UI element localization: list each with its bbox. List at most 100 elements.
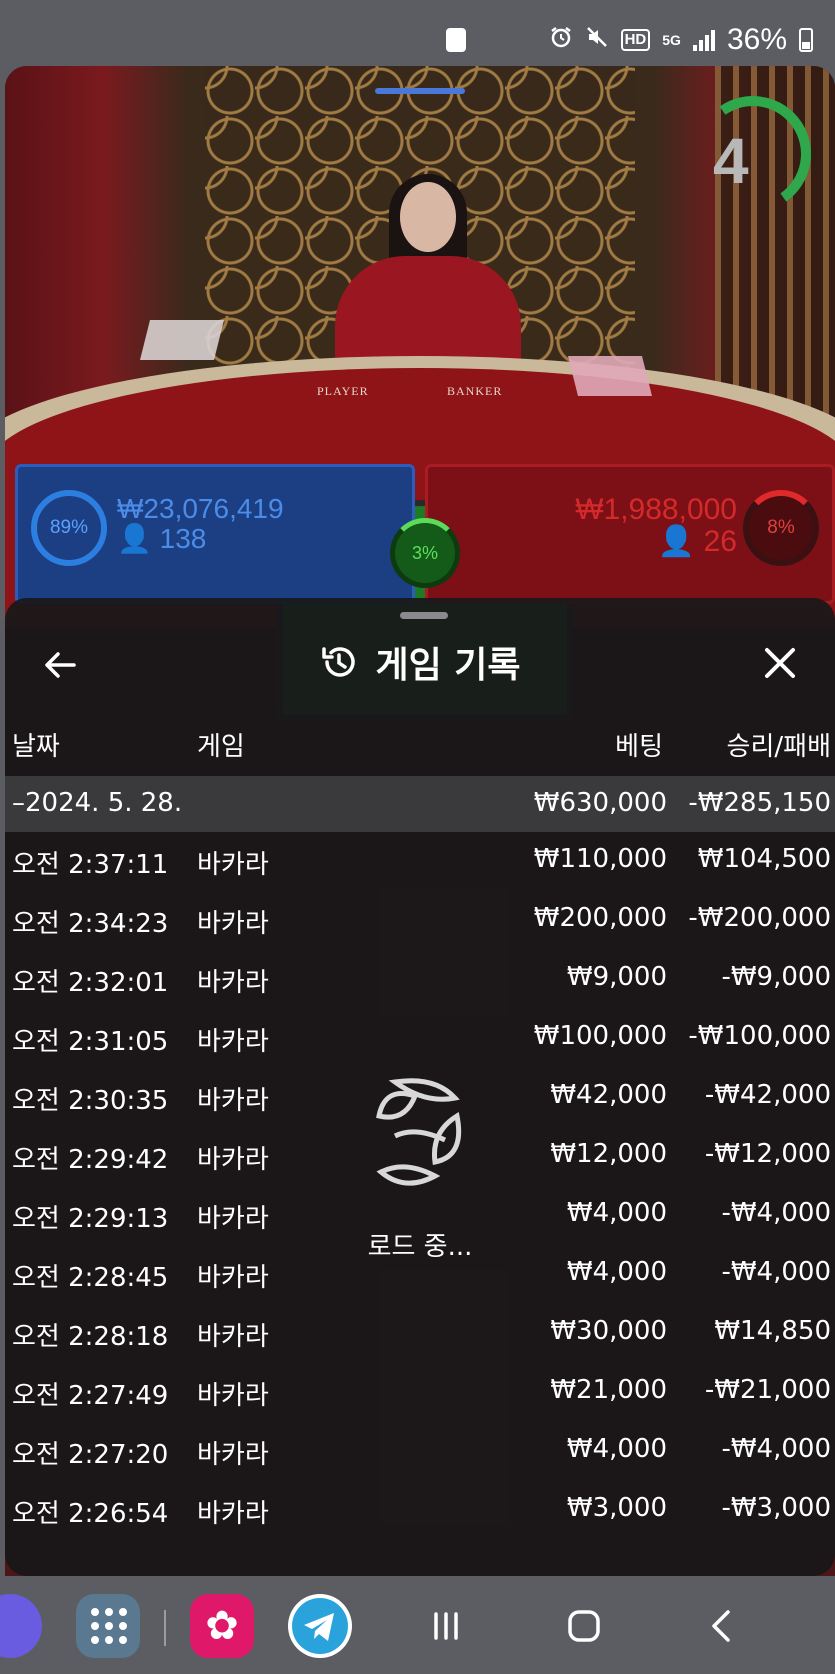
- history-row[interactable]: 오전 2:34:23 바카라 ₩200,000 -₩200,000: [5, 891, 835, 950]
- row-result: -₩200,000: [688, 903, 831, 933]
- row-bet: ₩42,000: [550, 1080, 667, 1110]
- group-bet-total: ₩630,000: [533, 788, 667, 818]
- hd-icon: HD: [620, 29, 651, 51]
- row-bet: ₩100,000: [533, 1021, 667, 1051]
- row-game: 바카라: [197, 1499, 269, 1529]
- recents-button[interactable]: [416, 1596, 476, 1656]
- row-result: -₩4,000: [721, 1434, 831, 1464]
- person-icon: 👤: [657, 525, 696, 558]
- row-result: ₩104,500: [697, 844, 831, 874]
- gallery-flower-icon[interactable]: ✿: [190, 1594, 254, 1658]
- game-history-sheet: 게임 기록 날짜 게임 베팅 승리/패배 –2024. 5. 28. ₩630,…: [5, 598, 835, 1576]
- row-bet: ₩12,000: [550, 1139, 667, 1169]
- row-time: 오전 2:28:18: [12, 1322, 169, 1352]
- row-result: -₩12,000: [704, 1139, 831, 1169]
- player-count: 138: [159, 523, 207, 554]
- row-game: 바카라: [197, 968, 269, 998]
- group-result-total: -₩285,150: [688, 788, 831, 818]
- card-shoe-left: [140, 320, 224, 360]
- dock-divider: [164, 1610, 166, 1646]
- date-group-row[interactable]: –2024. 5. 28. ₩630,000 -₩285,150: [5, 776, 835, 832]
- row-time: 오전 2:31:05: [12, 1027, 169, 1057]
- sheet-grabber[interactable]: [400, 612, 448, 619]
- row-time: 오전 2:30:35: [12, 1086, 169, 1116]
- row-game: 바카라: [197, 1145, 269, 1175]
- home-icon: [568, 1610, 600, 1642]
- banker-count: 26: [703, 525, 737, 558]
- row-bet: ₩4,000: [566, 1198, 667, 1228]
- history-row[interactable]: 오전 2:27:20 바카라 ₩4,000 -₩4,000: [5, 1422, 835, 1481]
- dealer: [400, 182, 456, 252]
- app-drawer-icon[interactable]: [76, 1594, 140, 1658]
- history-row[interactable]: 오전 2:27:49 바카라 ₩21,000 -₩21,000: [5, 1363, 835, 1422]
- column-header-bet: 베팅: [615, 732, 663, 762]
- mute-icon: [585, 25, 609, 55]
- row-game: 바카라: [197, 909, 269, 939]
- felt-banker-label: BANKER: [447, 384, 503, 398]
- row-time: 오전 2:26:54: [12, 1499, 169, 1529]
- telegram-icon[interactable]: [288, 1594, 352, 1658]
- loading-text: 로드 중...: [367, 1232, 473, 1262]
- player-stats: ₩23,076,419 👤 138: [117, 494, 284, 554]
- row-bet: ₩3,000: [566, 1493, 667, 1523]
- banker-percent-ring: 8%: [743, 490, 819, 566]
- row-bet: ₩4,000: [566, 1434, 667, 1464]
- banker-total-amount: ₩1,988,000: [575, 493, 737, 526]
- recents-icon: [434, 1612, 458, 1640]
- row-game: 바카라: [197, 1027, 269, 1057]
- row-result: -₩42,000: [704, 1080, 831, 1110]
- card-shoe-right: [568, 356, 652, 396]
- history-row[interactable]: 오전 2:28:18 바카라 ₩30,000 ₩14,850: [5, 1304, 835, 1363]
- row-game: 바카라: [197, 1440, 269, 1470]
- row-result: -₩21,000: [704, 1375, 831, 1405]
- row-time: 오전 2:27:20: [12, 1440, 169, 1470]
- tie-percent-ring: 3%: [390, 518, 460, 588]
- history-row[interactable]: 오전 2:31:05 바카라 ₩100,000 -₩100,000: [5, 1009, 835, 1068]
- group-date: –2024. 5. 28.: [12, 788, 183, 818]
- row-result: ₩14,850: [714, 1316, 831, 1346]
- history-row[interactable]: 오전 2:26:54 바카라 ₩3,000 -₩3,000: [5, 1481, 835, 1540]
- row-game: 바카라: [197, 1322, 269, 1352]
- row-time: 오전 2:34:23: [12, 909, 169, 939]
- row-bet: ₩30,000: [550, 1316, 667, 1346]
- history-icon: [322, 647, 356, 677]
- person-icon: 👤: [117, 523, 152, 554]
- drag-handle[interactable]: [375, 88, 465, 94]
- status-bar: HD 5G 36%: [0, 0, 835, 66]
- battery-percent: 36%: [726, 23, 787, 56]
- home-button[interactable]: [554, 1596, 614, 1656]
- row-result: -₩9,000: [721, 962, 831, 992]
- column-header-date: 날짜: [12, 732, 60, 762]
- battery-icon: [799, 28, 813, 52]
- column-header-game: 게임: [197, 732, 245, 762]
- felt-player-label: PLAYER: [317, 384, 369, 398]
- player-percent-ring: 89%: [31, 490, 107, 566]
- row-bet: ₩21,000: [550, 1375, 667, 1405]
- status-icons: HD 5G 36%: [549, 20, 813, 60]
- history-row[interactable]: 오전 2:32:01 바카라 ₩9,000 -₩9,000: [5, 950, 835, 1009]
- column-header-result: 승리/패배: [726, 732, 831, 762]
- player-total-amount: ₩23,076,419: [117, 493, 284, 524]
- loading-spinner-icon: [375, 1076, 465, 1192]
- row-time: 오전 2:29:42: [12, 1145, 169, 1175]
- nav-back-button[interactable]: [692, 1596, 752, 1656]
- sheet-title-group: 게임 기록: [5, 636, 835, 688]
- row-bet: ₩200,000: [533, 903, 667, 933]
- countdown-timer: 4: [713, 125, 749, 197]
- row-bet: ₩110,000: [533, 844, 667, 874]
- sheet-title: 게임 기록: [375, 645, 521, 686]
- 5g-icon: 5G: [662, 32, 681, 48]
- history-row[interactable]: 오전 2:37:11 바카라 ₩110,000 ₩104,500: [5, 832, 835, 891]
- banker-stats: ₩1,988,000 👤 26: [575, 494, 737, 558]
- row-result: -₩3,000: [721, 1493, 831, 1523]
- row-game: 바카라: [197, 1381, 269, 1411]
- row-time: 오전 2:32:01: [12, 968, 169, 998]
- close-button[interactable]: [755, 638, 805, 688]
- close-icon: [765, 648, 795, 678]
- row-bet: ₩9,000: [566, 962, 667, 992]
- row-time: 오전 2:37:11: [12, 850, 169, 880]
- bottom-dock: ✿: [0, 1580, 835, 1674]
- row-result: -₩100,000: [688, 1021, 831, 1051]
- back-icon: [712, 1610, 730, 1642]
- samsung-internet-icon[interactable]: [0, 1594, 42, 1658]
